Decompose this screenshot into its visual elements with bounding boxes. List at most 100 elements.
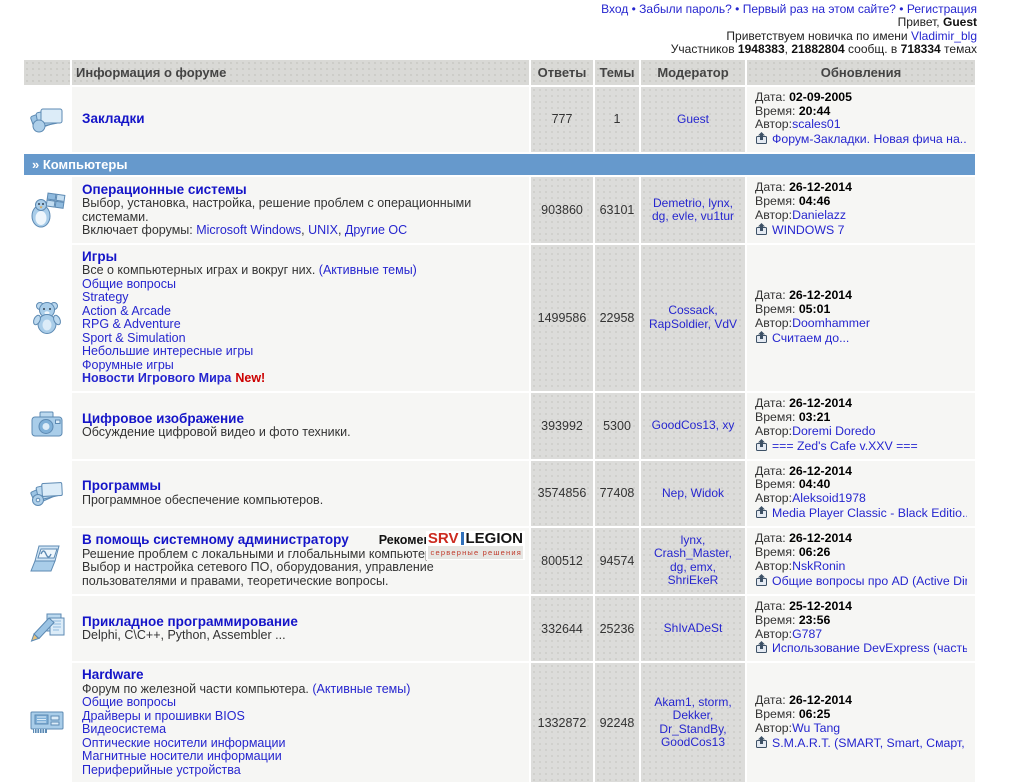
subforum-line: Магнитные носители информации	[82, 750, 519, 764]
forum-title-link[interactable]: Hardware	[82, 667, 144, 682]
update-author-link[interactable]: G787	[792, 627, 822, 641]
topics-cell: 22958	[595, 245, 639, 391]
update-author-link[interactable]: Doomhammer	[792, 316, 870, 330]
update-author-link[interactable]: Danielazz	[792, 208, 846, 222]
update-time: 04:40	[799, 477, 830, 491]
operating-systems-icon	[27, 218, 67, 232]
subforum-link[interactable]: Драйверы и прошивки BIOS	[82, 709, 245, 723]
last-post-icon[interactable]	[755, 574, 768, 590]
update-author-link[interactable]: Doremi Doredo	[792, 424, 875, 438]
forgot-password-link[interactable]: Забыли пароль?	[639, 2, 732, 16]
last-topic-link[interactable]: === Zed's Cafe v.XXV ===	[772, 439, 918, 453]
moderators-link[interactable]: lynx, Crash_Master, dg, emx, ShriEkeR	[654, 533, 732, 588]
first-visit-link[interactable]: Первый раз на этом сайте?	[743, 2, 896, 16]
date-label: Дата:	[755, 288, 789, 302]
last-topic-link[interactable]: S.M.A.R.T. (SMART, Smart, Смарт, СМ...	[772, 736, 967, 750]
subforum-link[interactable]: Видеосистема	[82, 722, 166, 736]
subforum-link[interactable]: Форумные игры	[82, 358, 174, 372]
moderators-link[interactable]: Cossack, RapSoldier, VdV	[649, 303, 737, 331]
last-topic-link[interactable]: WINDOWS 7	[772, 223, 844, 237]
welcome-label: Приветствуем новичка по имени	[726, 29, 911, 43]
subforum-link[interactable]: Action & Arcade	[82, 304, 171, 318]
update-time-line: Время: 05:01	[755, 303, 967, 317]
included-forum-link[interactable]: UNIX	[308, 223, 338, 237]
forum-info-cell: Закладки	[72, 87, 529, 153]
moderators-link[interactable]: Akam1, storm, Dekker, Dr_StandBy, GoodCo…	[654, 695, 731, 750]
subforum-link[interactable]: Периферийные устройства	[82, 763, 241, 777]
last-post-icon[interactable]	[755, 736, 768, 752]
update-author-link[interactable]: NskRonin	[792, 559, 845, 573]
forum-title-link[interactable]: Операционные системы	[82, 182, 247, 197]
update-time-line: Время: 04:46	[755, 195, 967, 209]
subforum-link[interactable]: Strategy	[82, 290, 129, 304]
included-forum-link[interactable]: Другие ОС	[345, 223, 407, 237]
moderators-link[interactable]: ShIvADeSt	[664, 621, 723, 635]
last-post-icon[interactable]	[755, 223, 768, 239]
author-label: Автор:	[755, 491, 792, 505]
srv-legion-logo: SRVLEGIONсерверные решения	[426, 531, 525, 560]
subforum-link[interactable]: RPG & Adventure	[82, 317, 181, 331]
topics-cell: 63101	[595, 177, 639, 243]
last-topic-link[interactable]: Считаем до...	[772, 331, 849, 345]
forum-title-link[interactable]: Цифровое изображение	[82, 411, 244, 426]
forum-info-cell: ПрограммыПрограммное обеспечение компьют…	[72, 461, 529, 527]
active-topics-link[interactable]: (Активные темы)	[312, 682, 410, 696]
forum-title-link[interactable]: В помощь системному администратору	[82, 532, 349, 547]
moderators-link[interactable]: GoodCos13, xy	[652, 418, 735, 432]
topics-count: 77408	[600, 486, 635, 500]
forum-title-link[interactable]: Прикладное программирование	[82, 614, 298, 629]
forum-icon-cell	[24, 461, 70, 527]
subforum-line: Новости Игрового МираNew!	[82, 372, 519, 386]
update-author-link[interactable]: Aleksoid1978	[792, 491, 866, 505]
subforum-link[interactable]: Новости Игрового Мира	[82, 371, 231, 385]
forum-row: Операционные системыВыбор, установка, на…	[24, 177, 975, 243]
last-post-icon[interactable]	[755, 331, 768, 347]
replies-cell: 393992	[531, 393, 593, 459]
update-date: 26-12-2014	[789, 396, 852, 410]
forum-title-link[interactable]: Программы	[82, 478, 161, 493]
top-account-bar: Вход • Забыли пароль? • Первый раз на эт…	[22, 3, 977, 57]
update-date-line: Дата: 26-12-2014	[755, 465, 967, 479]
subforum-link[interactable]: Общие вопросы	[82, 695, 176, 709]
section-label: » Компьютеры	[32, 157, 127, 172]
forum-title-link[interactable]: Игры	[82, 249, 117, 264]
last-post-icon[interactable]	[755, 506, 768, 522]
login-link[interactable]: Вход	[601, 2, 628, 16]
subforum-link[interactable]: Магнитные носители информации	[82, 749, 282, 763]
last-post-icon[interactable]	[755, 132, 768, 148]
newest-member-link[interactable]: Vladimir_blg	[911, 29, 977, 43]
subforum-link[interactable]: Небольшие интересные игры	[82, 344, 253, 358]
update-date: 26-12-2014	[789, 288, 852, 302]
forum-row: ИгрыВсе о компьютерных играх и вокруг ни…	[24, 245, 975, 391]
included-forums-line: Включает форумы: Microsoft Windows, UNIX…	[82, 224, 519, 238]
update-author-link[interactable]: scales01	[792, 117, 841, 131]
moderators-link[interactable]: Nep, Widok	[662, 486, 724, 500]
last-topic-link[interactable]: Форум-Закладки. Новая фича на...	[772, 132, 967, 146]
moderators-link[interactable]: Demetrio, lynx, dg, evle, vu1tur	[652, 196, 734, 224]
last-post-icon[interactable]	[755, 439, 768, 455]
last-topic-link[interactable]: Общие вопросы про AD (Active Direct...	[772, 574, 967, 588]
update-author-line: Автор:Doomhammer	[755, 317, 967, 331]
forum-title-link[interactable]: Закладки	[82, 111, 145, 126]
time-label: Время:	[755, 194, 799, 208]
hardware-icon	[27, 730, 67, 744]
subforum-link[interactable]: Общие вопросы	[82, 277, 176, 291]
forum-icon-cell	[24, 528, 70, 594]
included-forum-link[interactable]: Microsoft Windows	[196, 223, 301, 237]
time-label: Время:	[755, 707, 799, 721]
last-post-icon[interactable]	[755, 641, 768, 657]
section-row: » Компьютеры	[24, 154, 975, 175]
update-time: 20:44	[799, 104, 830, 118]
update-time-line: Время: 20:44	[755, 105, 967, 119]
last-topic-link[interactable]: Media Player Classic - Black Editio...	[772, 506, 967, 520]
register-link[interactable]: Регистрация	[907, 2, 977, 16]
active-topics-link[interactable]: (Активные темы)	[319, 263, 417, 277]
last-topic-link[interactable]: Использование DevExpress (часть 4)	[772, 641, 967, 655]
subforum-link[interactable]: Оптические носители информации	[82, 736, 286, 750]
update-author-line: Автор:NskRonin	[755, 560, 967, 574]
subforum-link[interactable]: Sport & Simulation	[82, 331, 186, 345]
update-author-link[interactable]: Wu Tang	[792, 721, 840, 735]
time-label: Время:	[755, 104, 799, 118]
greeting-row: Привет, Guest	[22, 16, 977, 29]
moderators-link[interactable]: Guest	[677, 112, 709, 126]
